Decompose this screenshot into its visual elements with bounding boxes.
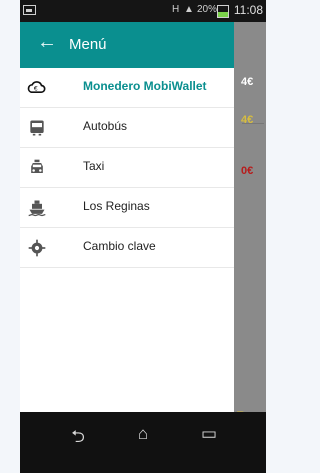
network-type: H — [172, 4, 180, 15]
drawer-item-label: Cambio clave — [83, 239, 156, 253]
peek-divider — [242, 123, 264, 124]
taxi-icon — [31, 159, 43, 173]
phone-screen: H ▲ 20% 11:08 4€ 4€ 0€ R › ← Menú € Mone… — [20, 0, 266, 473]
drawer-item-monedero[interactable]: € Monedero MobiWallet — [20, 68, 234, 108]
drawer-item-label: Los Reginas — [83, 199, 150, 213]
signal-icon: ▲ — [184, 4, 194, 15]
drawer-item-cambio-clave[interactable]: Cambio clave — [20, 228, 234, 268]
wallet-euro-icon: € — [27, 81, 46, 93]
nav-back-icon[interactable]: ⮌ — [67, 424, 89, 446]
bus-icon — [30, 120, 44, 136]
drawer-item-label: Taxi — [83, 159, 105, 173]
status-bar: H ▲ 20% 11:08 — [20, 0, 266, 22]
peek-value-3: 0€ — [241, 165, 254, 177]
drawer-item-autobus[interactable]: Autobús — [20, 108, 234, 148]
svg-text:€: € — [34, 86, 38, 93]
drawer-item-los-reginas[interactable]: Los Reginas — [20, 188, 234, 228]
peek-value-1: 4€ — [241, 76, 254, 88]
screen-mirror-icon — [23, 5, 36, 15]
gear-icon — [28, 239, 46, 257]
nav-home-icon[interactable]: ⌂ — [132, 424, 154, 444]
drawer-item-taxi[interactable]: Taxi — [20, 148, 234, 188]
navigation-drawer: € Monedero MobiWallet Autobús Taxi Los R… — [20, 68, 234, 412]
system-navigation-bar: ⮌ ⌂ ▭ — [20, 412, 266, 473]
peek-value-2: 4€ — [241, 114, 254, 126]
drawer-title: Menú — [69, 36, 107, 53]
clock: 11:08 — [233, 3, 263, 17]
back-arrow-icon[interactable]: ← — [37, 31, 57, 54]
ferry-icon — [28, 200, 46, 217]
battery-percent: 20% — [197, 4, 218, 15]
battery-icon — [217, 5, 229, 18]
drawer-item-label: Autobús — [83, 119, 128, 133]
nav-recents-icon[interactable]: ▭ — [198, 424, 220, 444]
drawer-item-label: Monedero MobiWallet — [83, 79, 207, 93]
drawer-header: ← Menú — [20, 22, 234, 68]
